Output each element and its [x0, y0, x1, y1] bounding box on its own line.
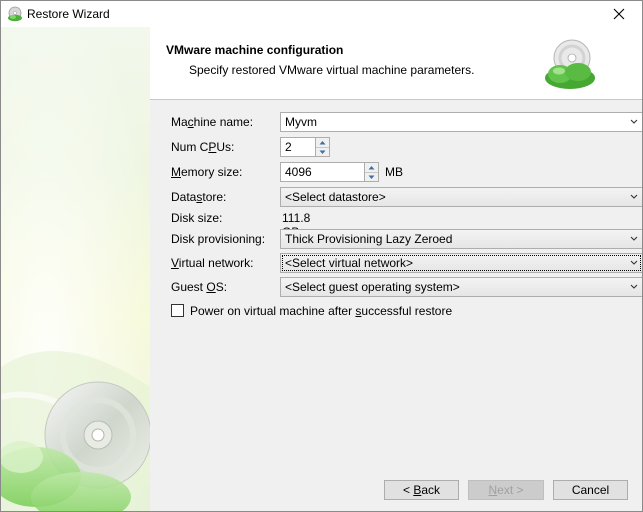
disc-cloud-icon: [545, 39, 595, 89]
memory-size-spin: [364, 162, 379, 182]
machine-name-value: Myvm: [285, 115, 317, 129]
back-button[interactable]: < Back: [384, 480, 459, 500]
guest-os-value: <Select guest operating system>: [285, 280, 460, 294]
wizard-header: VMware machine configuration Specify res…: [150, 27, 642, 100]
num-cpus-spin: [315, 137, 330, 157]
machine-name-combo[interactable]: Myvm: [280, 112, 642, 132]
window-title: Restore Wizard: [27, 7, 110, 21]
memory-size-stepper[interactable]: 4096: [280, 162, 379, 182]
chevron-down-icon: [630, 258, 638, 268]
power-on-label[interactable]: Power on virtual machine after successfu…: [190, 304, 452, 318]
wizard-side-banner: [1, 27, 150, 511]
virtual-network-select[interactable]: <Select virtual network>: [280, 253, 642, 273]
page-subtitle: Specify restored VMware virtual machine …: [189, 63, 475, 77]
restore-wizard-window: Restore Wizard VMware machine configurat…: [0, 0, 643, 512]
disk-size-label: Disk size:: [171, 211, 223, 225]
close-icon: [613, 8, 625, 20]
spin-down-icon[interactable]: [316, 147, 329, 157]
datastore-value: <Select datastore>: [285, 190, 386, 204]
chevron-down-icon: [630, 282, 638, 292]
virtual-network-value: <Select virtual network>: [285, 256, 414, 270]
guest-os-select[interactable]: <Select guest operating system>: [280, 277, 642, 297]
wizard-content: Machine name: Myvm Num CPUs: 2 Memory si…: [150, 100, 642, 511]
disk-provisioning-label: Disk provisioning:: [171, 232, 266, 246]
power-on-checkbox[interactable]: [171, 304, 184, 317]
num-cpus-value: 2: [285, 140, 292, 154]
num-cpus-stepper[interactable]: 2: [280, 137, 330, 157]
chevron-down-icon: [630, 234, 638, 244]
restore-wizard-app-icon: [8, 6, 22, 22]
page-title: VMware machine configuration: [166, 43, 344, 57]
disk-provisioning-value: Thick Provisioning Lazy Zeroed: [285, 232, 453, 246]
chevron-down-icon[interactable]: [630, 117, 638, 127]
memory-size-value: 4096: [285, 165, 312, 179]
machine-name-label: Machine name:: [171, 115, 254, 129]
next-button[interactable]: Next >: [468, 480, 544, 500]
spin-up-icon[interactable]: [365, 163, 378, 172]
spin-down-icon[interactable]: [365, 172, 378, 182]
cancel-button[interactable]: Cancel: [553, 480, 628, 500]
title-bar: Restore Wizard: [1, 1, 642, 27]
virtual-network-label: Virtual network:: [171, 256, 254, 270]
datastore-label: Datastore:: [171, 190, 227, 204]
memory-size-label: Memory size:: [171, 165, 243, 179]
num-cpus-label: Num CPUs:: [171, 140, 235, 154]
close-button[interactable]: [596, 1, 642, 27]
chevron-down-icon: [630, 192, 638, 202]
datastore-select[interactable]: <Select datastore>: [280, 187, 642, 207]
guest-os-label: Guest OS:: [171, 280, 228, 294]
spin-up-icon[interactable]: [316, 138, 329, 147]
disc-banner-graphic: [1, 27, 150, 511]
memory-unit: MB: [385, 165, 403, 179]
disk-provisioning-select[interactable]: Thick Provisioning Lazy Zeroed: [280, 229, 642, 249]
